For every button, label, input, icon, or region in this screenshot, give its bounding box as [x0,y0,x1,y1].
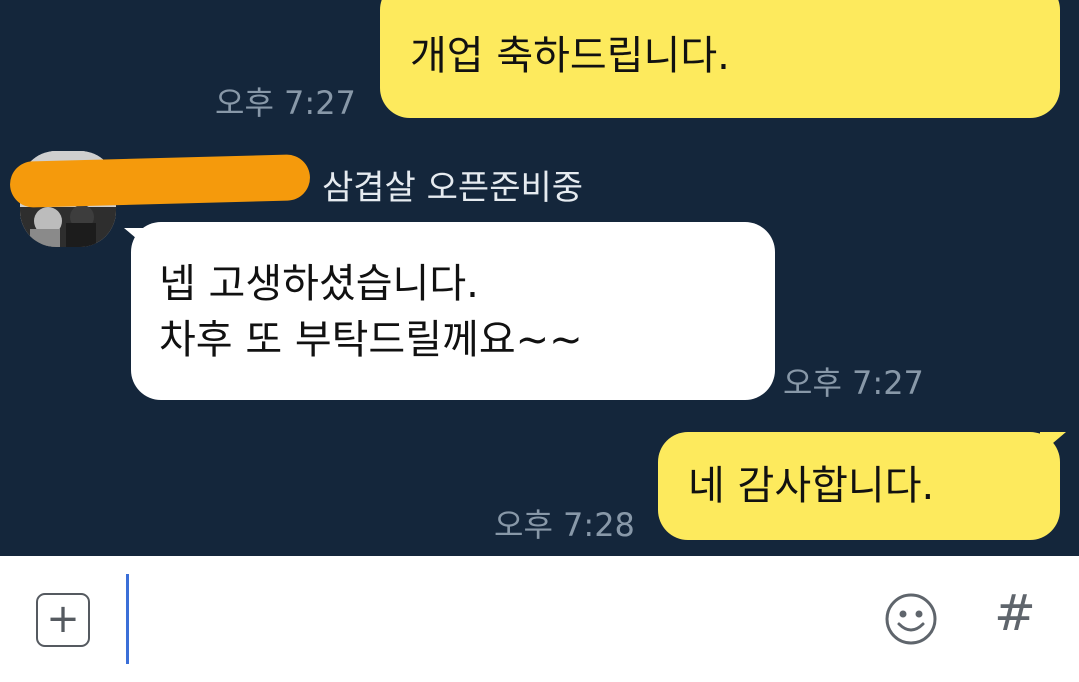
smiley-icon[interactable] [884,592,938,646]
message-input-bar: + # [0,556,1079,682]
hash-icon[interactable]: # [994,584,1036,642]
bubble-tail [1040,432,1066,454]
message-timestamp: 오후 7:28 [494,506,635,544]
chat-message-area[interactable]: 개업 축하드립니다. 오후 7:27 삼겹살 오픈준비중 넵 고생하셨습니다. … [0,0,1079,556]
their-message-bubble[interactable]: 넵 고생하셨습니다. 차후 또 부탁드릴께요~~ [131,222,775,400]
sender-name: 삼겹살 오픈준비중 [322,168,584,208]
plus-box-icon[interactable]: + [36,593,90,647]
message-line: 차후 또 부탁드릴께요~~ [159,317,583,363]
text-cursor[interactable] [126,574,129,664]
message-line: 넵 고생하셨습니다. [159,261,479,307]
message-timestamp: 오후 7:27 [215,84,356,122]
my-message-bubble[interactable]: 네 감사합니다. [658,432,1060,540]
redaction-scribble [9,154,311,208]
message-timestamp: 오후 7:27 [783,364,924,402]
chat-screen: 개업 축하드립니다. 오후 7:27 삼겹살 오픈준비중 넵 고생하셨습니다. … [0,0,1079,682]
my-message-bubble[interactable]: 개업 축하드립니다. [380,0,1060,118]
message-text: 개업 축하드립니다. [410,33,730,79]
message-text: 네 감사합니다. [688,463,935,509]
